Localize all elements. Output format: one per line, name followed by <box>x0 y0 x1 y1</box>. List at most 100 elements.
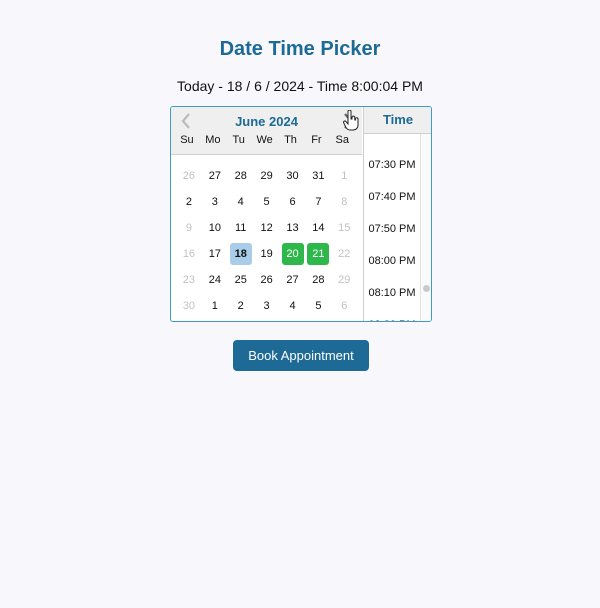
calendar-day-number: 27 <box>286 274 299 286</box>
calendar-day[interactable]: 27 <box>280 267 306 293</box>
time-scrollbar[interactable] <box>420 134 431 321</box>
weekday-header-row: Su Mo Tu We Th Fr Sa <box>174 134 360 146</box>
calendar-day[interactable]: 30 <box>280 163 306 189</box>
time-slot-list[interactable]: 07:30 PM 07:40 PM 07:50 PM 08:00 PM 08:10 PM… <box>364 134 420 321</box>
calendar-day[interactable]: 3 <box>202 189 228 215</box>
chevron-right-icon-graphic <box>344 113 353 129</box>
calendar-day-number: 24 <box>208 274 221 286</box>
weekday-label: Tu <box>232 134 245 146</box>
calendar-day[interactable]: 11 <box>228 215 254 241</box>
calendar-day[interactable]: 25 <box>228 267 254 293</box>
calendar-day-highlighted[interactable]: 21 <box>305 241 331 267</box>
calendar-day-number: 5 <box>315 300 322 312</box>
calendar-day-number: 1 <box>341 170 348 182</box>
weekday-label: Su <box>180 134 194 146</box>
calendar-day[interactable]: 26 <box>176 163 202 189</box>
time-slot[interactable]: 07:50 PM <box>364 223 420 235</box>
weekday-label: Th <box>284 134 297 146</box>
calendar-day-number: 25 <box>234 274 247 286</box>
time-slot[interactable]: 08:00 PM <box>364 255 420 267</box>
weekday-label: Mo <box>205 134 221 146</box>
weekday-label: Sa <box>335 134 350 146</box>
calendar-day[interactable]: 12 <box>254 215 280 241</box>
calendar-day[interactable]: 31 <box>305 163 331 189</box>
calendar-day-number: 5 <box>263 196 270 208</box>
calendar-day-number: 13 <box>286 222 299 234</box>
calendar-day[interactable]: 28 <box>228 163 254 189</box>
page-title: Date Time Picker <box>219 38 381 60</box>
scrollbar-thumb[interactable] <box>423 285 430 292</box>
calendar-day-number: 15 <box>338 222 351 234</box>
calendar-day[interactable]: 28 <box>305 267 331 293</box>
calendar-day-number: 29 <box>338 274 351 286</box>
time-slot[interactable]: 08:10 PM <box>364 287 420 299</box>
calendar-day[interactable]: 3 <box>254 293 280 319</box>
calendar-day-number: 6 <box>289 196 296 208</box>
time-panel: Time 07:30 PM 07:40 PM 07:50 PM 08:00 PM 08:… <box>363 107 431 321</box>
calendar-day-number: 23 <box>182 274 196 286</box>
calendar-day[interactable]: 10 <box>202 215 228 241</box>
calendar-day-number: 22 <box>338 248 351 260</box>
book-appointment-button[interactable]: Book Appointment <box>233 340 369 371</box>
calendar-day-number: 19 <box>260 248 273 260</box>
calendar-day[interactable]: 14 <box>305 215 331 241</box>
month-year-label: June 2024 <box>235 114 298 129</box>
calendar-day[interactable]: 7 <box>305 189 331 215</box>
calendar-day-number: 1 <box>211 300 218 312</box>
calendar-day[interactable]: 16 <box>176 241 202 267</box>
calendar-day[interactable]: 6 <box>331 293 357 319</box>
calendar-day[interactable]: 2 <box>176 189 202 215</box>
time-header: Time <box>364 107 431 134</box>
calendar-day[interactable]: 4 <box>280 293 306 319</box>
calendar-day[interactable]: 1 <box>202 293 228 319</box>
calendar-day-number: 26 <box>260 274 273 286</box>
calendar-day[interactable]: 9 <box>176 215 202 241</box>
calendar-day[interactable]: 17 <box>202 241 228 267</box>
date-time-picker: June 2024 Su Mo Tu We Th Fr Sa 26 27 28 29 30 31 1 2 3… <box>170 106 432 322</box>
calendar-day-number: 4 <box>289 300 296 312</box>
calendar-day-number: 28 <box>234 170 247 182</box>
calendar-day[interactable]: 6 <box>280 189 306 215</box>
chevron-right-icon[interactable] <box>342 112 356 132</box>
calendar-day-number: 3 <box>263 300 270 312</box>
calendar-day[interactable]: 29 <box>331 267 357 293</box>
calendar-day[interactable]: 24 <box>202 267 228 293</box>
calendar-day-number: 18 <box>229 243 252 265</box>
calendar-day-number: 26 <box>182 170 196 182</box>
calendar-day-highlighted[interactable]: 20 <box>280 241 306 267</box>
calendar-header: June 2024 Su Mo Tu We Th Fr Sa <box>171 107 362 155</box>
calendar-day[interactable]: 26 <box>254 267 280 293</box>
calendar-day[interactable]: 29 <box>254 163 280 189</box>
calendar-day[interactable]: 27 <box>202 163 228 189</box>
calendar-day[interactable]: 5 <box>254 189 280 215</box>
calendar-day-number: 16 <box>182 248 196 260</box>
calendar-panel: June 2024 Su Mo Tu We Th Fr Sa 26 27 28 29 30 31 1 2 3… <box>171 107 362 321</box>
calendar-day[interactable]: 13 <box>280 215 306 241</box>
calendar-day-number: 12 <box>260 222 273 234</box>
calendar-day-number: 8 <box>341 196 348 208</box>
calendar-day[interactable]: 19 <box>254 241 280 267</box>
time-slot[interactable]: 07:30 PM <box>364 159 420 171</box>
calendar-day-number: 21 <box>307 243 330 265</box>
calendar-day[interactable]: 1 <box>331 163 357 189</box>
time-slot[interactable]: 07:40 PM <box>364 191 420 203</box>
calendar-day-number: 2 <box>237 300 244 312</box>
time-slot[interactable]: 08:20 PM <box>364 319 420 321</box>
calendar-day-number: 30 <box>286 170 299 182</box>
calendar-day-today[interactable]: 18 <box>228 241 254 267</box>
weekday-label: We <box>256 134 273 146</box>
calendar-day-number: 27 <box>208 170 221 182</box>
calendar-day-number: 4 <box>237 196 244 208</box>
calendar-day[interactable]: 15 <box>331 215 357 241</box>
calendar-day[interactable]: 22 <box>331 241 357 267</box>
calendar-day-number: 11 <box>235 222 247 234</box>
calendar-day[interactable]: 2 <box>228 293 254 319</box>
calendar-day[interactable]: 8 <box>331 189 357 215</box>
calendar-day[interactable]: 4 <box>228 189 254 215</box>
calendar-day-number: 28 <box>312 274 325 286</box>
calendar-day[interactable]: 23 <box>176 267 202 293</box>
calendar-day-number: 10 <box>208 222 221 234</box>
calendar-day[interactable]: 30 <box>176 293 202 319</box>
calendar-day-number: 7 <box>315 196 322 208</box>
calendar-day[interactable]: 5 <box>305 293 331 319</box>
